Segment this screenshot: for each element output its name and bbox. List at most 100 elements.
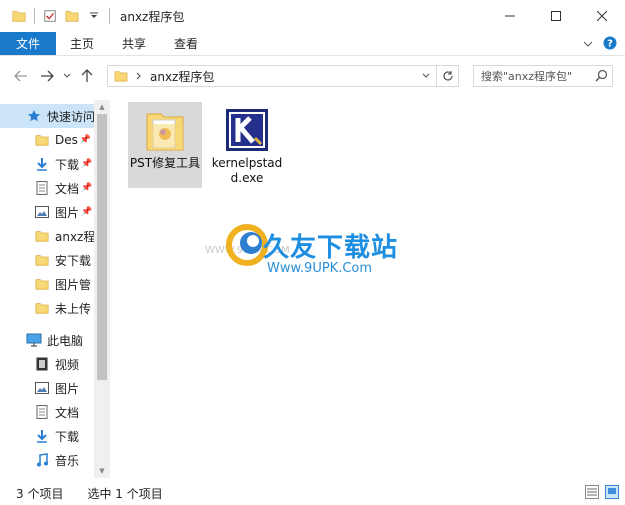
file-item-pst-tool[interactable]: PST修复工具: [128, 102, 202, 188]
minimize-button[interactable]: [487, 0, 533, 32]
file-name: PST修复工具: [129, 156, 201, 170]
tab-view[interactable]: 查看: [160, 32, 212, 55]
address-dropdown-icon[interactable]: [416, 66, 436, 86]
search-icon[interactable]: [595, 69, 608, 85]
tab-file[interactable]: 文件: [0, 32, 57, 55]
tab-home[interactable]: 主页: [56, 32, 108, 55]
sidebar-item-pc-pictures[interactable]: 图片: [0, 376, 94, 400]
sidebar-item-anxiazai[interactable]: 安下载: [0, 248, 94, 272]
star-icon: [26, 108, 42, 124]
sidebar-item-label: 下载: [55, 157, 80, 172]
forward-button[interactable]: [34, 63, 60, 89]
file-list: PST修复工具 kernelpstadd.exe WWW.9UPK.COM 久友…: [115, 100, 625, 478]
address-bar[interactable]: anxz程序包: [107, 65, 437, 87]
sidebar-item-documents[interactable]: 文档 📌: [0, 176, 94, 200]
toolbar-divider: [34, 8, 35, 24]
pst-folder-icon: [141, 106, 189, 154]
sidebar-item-picture-manager[interactable]: 图片管: [0, 272, 94, 296]
quick-access-toolbar: [0, 0, 114, 32]
sidebar-item-label: anxz程: [55, 229, 94, 244]
details-view-icon[interactable]: [585, 485, 599, 502]
up-button[interactable]: [74, 63, 100, 89]
sidebar-item-label: 桌面: [55, 476, 79, 479]
music-icon: [34, 452, 50, 468]
item-count: 3 个项目: [16, 486, 64, 501]
download-icon: [34, 156, 50, 172]
maximize-button[interactable]: [533, 0, 579, 32]
sidebar-item-anxz[interactable]: anxz程: [0, 224, 94, 248]
folder-icon[interactable]: [8, 5, 30, 27]
pin-icon: 📌: [81, 207, 93, 217]
breadcrumb-chevron-icon[interactable]: [136, 72, 142, 80]
help-icon[interactable]: ?: [603, 36, 617, 53]
file-item-kernel-exe[interactable]: kernelpstadd.exe: [210, 102, 284, 188]
breadcrumb-current[interactable]: anxz程序包: [150, 68, 214, 85]
sidebar-item-label: 未上传: [55, 301, 92, 316]
picture-icon: [34, 204, 50, 220]
pin-icon: 📌: [79, 135, 92, 145]
scroll-down-icon[interactable]: ▼: [94, 464, 110, 478]
picture-icon: [34, 380, 50, 396]
sidebar-item-downloads[interactable]: 下载 📌: [0, 152, 94, 176]
ribbon-right-controls: ?: [583, 32, 617, 56]
back-button[interactable]: [8, 63, 34, 89]
sidebar-item-label: 图片: [55, 205, 80, 220]
navigation-bar: anxz程序包: [0, 57, 625, 95]
sidebar-item-label: 文档: [55, 181, 80, 196]
toolbar-divider: [109, 8, 110, 24]
status-bar: 3 个项目 选中 1 个项目: [0, 481, 625, 505]
sidebar-item-music[interactable]: 音乐: [0, 448, 94, 472]
tab-share[interactable]: 共享: [108, 32, 160, 55]
sidebar-item-label: 快速访问: [47, 109, 94, 124]
video-icon: [34, 356, 50, 372]
sidebar-item-desktop-pc[interactable]: 桌面: [0, 472, 94, 479]
selection-info: 选中 1 个项目: [87, 486, 163, 501]
sidebar-item-label: 此电脑: [47, 333, 84, 348]
title-bar: anxz程序包: [0, 0, 625, 32]
sidebar-item-label: 图片管: [55, 277, 92, 292]
folder-icon: [34, 228, 50, 244]
sidebar-item-pc-documents[interactable]: 文档: [0, 400, 94, 424]
sidebar-item-not-uploaded[interactable]: 未上传: [0, 296, 94, 320]
expand-ribbon-icon[interactable]: [583, 37, 593, 51]
document-icon: [34, 404, 50, 420]
folder-icon: [34, 300, 50, 316]
ribbon-tabs: 文件 主页 共享 查看 ?: [0, 32, 625, 56]
view-switcher: [585, 485, 619, 502]
pin-icon: 📌: [81, 183, 93, 193]
sidebar-item-label: Des: [55, 133, 78, 147]
sidebar-item-label: 安下载: [55, 253, 92, 268]
document-icon: [34, 180, 50, 196]
kernel-exe-icon: [223, 106, 271, 154]
watermark: WWW.9UPK.COM 久友下载站 Www.9UPK.Com: [205, 215, 415, 300]
recent-locations-icon[interactable]: [60, 63, 74, 89]
sidebar-item-label: 文档: [55, 405, 80, 420]
svg-text:?: ?: [607, 38, 613, 49]
sidebar-item-videos[interactable]: 视频: [0, 352, 94, 376]
watermark-url: Www.9UPK.Com: [267, 261, 373, 276]
properties-icon[interactable]: [39, 5, 61, 27]
computer-icon: [26, 332, 42, 348]
window-title: anxz程序包: [120, 9, 185, 24]
scroll-up-icon[interactable]: ▲: [94, 100, 110, 114]
customize-dropdown-icon[interactable]: [83, 5, 105, 27]
new-folder-icon[interactable]: [61, 5, 83, 27]
close-button[interactable]: [579, 0, 625, 32]
sidebar-item-this-pc[interactable]: 此电脑: [0, 328, 94, 352]
scrollbar-thumb[interactable]: [97, 114, 107, 380]
sidebar-item-label: 下载: [55, 429, 80, 444]
file-name: kernelpstadd.exe: [211, 156, 283, 185]
folder-icon: [34, 276, 50, 292]
search-input[interactable]: [481, 69, 591, 83]
sidebar-item-quick-access[interactable]: 快速访问: [0, 104, 94, 128]
folder-icon: [34, 132, 50, 148]
nav-scrollbar[interactable]: ▲ ▼: [94, 100, 110, 478]
sidebar-item-pictures[interactable]: 图片 📌: [0, 200, 94, 224]
large-icons-view-icon[interactable]: [605, 485, 619, 502]
sidebar-item-desktop[interactable]: Des 📌: [0, 128, 94, 152]
search-box[interactable]: [473, 65, 613, 87]
folder-icon: [114, 70, 128, 82]
refresh-button[interactable]: [437, 65, 459, 87]
sidebar-item-pc-downloads[interactable]: 下载: [0, 424, 94, 448]
desktop-icon: [34, 476, 50, 478]
